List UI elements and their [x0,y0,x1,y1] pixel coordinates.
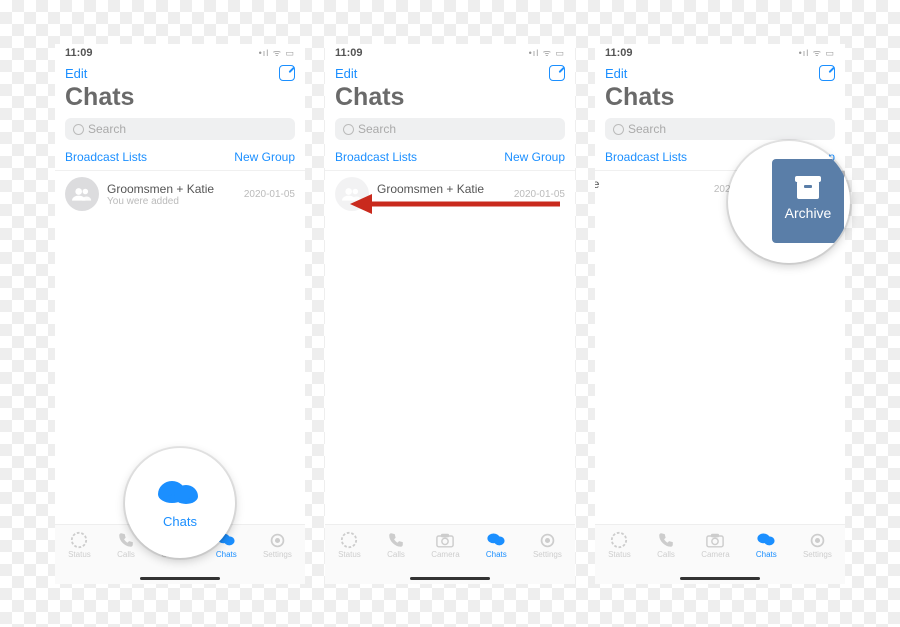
status-bar: 11:09 •ıl ᯤ ▭ [595,44,845,61]
top-bar: Edit [55,61,305,83]
status-time: 11:09 [605,47,633,59]
link-row: Broadcast Lists New Group [325,146,575,171]
broadcast-lists-link[interactable]: Broadcast Lists [605,150,687,164]
phone-icon [387,531,405,549]
tab-label: Settings [803,550,832,559]
gear-icon [268,531,286,549]
status-time: 11:09 [65,47,93,59]
chat-name: men + Katie [595,177,706,191]
zoom-label: Chats [163,514,197,529]
home-indicator [410,577,490,580]
search-placeholder: Search [358,122,396,136]
compose-icon[interactable] [279,65,295,81]
tab-camera[interactable]: Camera [431,531,459,559]
chat-row[interactable]: Groomsmen + Katie You were added 2020-01… [55,171,305,217]
edit-button[interactable]: Edit [335,66,357,81]
link-row: Broadcast Lists New Group [55,146,305,171]
tab-chats[interactable]: Chats [486,531,507,559]
chat-subtitle: added [595,191,706,202]
status-bar: 11:09 •ıl ᯤ ▭ [325,44,575,61]
phone-icon [117,531,135,549]
tab-label: Status [338,550,361,559]
tab-label: Camera [701,550,729,559]
archive-button[interactable]: Archive [772,159,844,243]
status-time: 11:09 [335,47,363,59]
page-title: Chats [595,83,845,116]
tab-label: Chats [216,550,237,559]
tab-status[interactable]: Status [608,531,631,559]
search-input[interactable]: Search [605,118,835,140]
compose-icon[interactable] [549,65,565,81]
screenshot-3: 11:09 •ıl ᯤ ▭ Edit Chats Search Broadcas… [595,44,845,584]
group-avatar-icon [65,177,99,211]
top-bar: Edit [595,61,845,83]
search-input[interactable]: Search [65,118,295,140]
status-icon [340,531,358,549]
camera-icon [706,531,724,549]
chat-meta: Groomsmen + Katie You were added [107,182,236,207]
archive-icon [797,181,819,199]
tab-status[interactable]: Status [68,531,91,559]
page-title: Chats [55,83,305,116]
tab-bar: Status Calls Camera Chats Settings [595,524,845,584]
tab-label: Settings [533,550,562,559]
compose-icon[interactable] [819,65,835,81]
home-indicator [140,577,220,580]
tab-settings[interactable]: Settings [803,531,832,559]
top-bar: Edit [325,61,575,83]
status-indicators: •ıl ᯤ ▭ [259,46,295,59]
gear-icon [808,531,826,549]
new-group-link[interactable]: New Group [234,150,295,164]
tab-label: Chats [756,550,777,559]
tab-label: Calls [387,550,405,559]
status-indicators: •ıl ᯤ ▭ [529,46,565,59]
archive-label: Archive [785,205,832,221]
tab-label: Settings [263,550,292,559]
tab-label: Status [608,550,631,559]
new-group-link[interactable]: New Group [504,150,565,164]
tab-label: Calls [117,550,135,559]
tab-settings[interactable]: Settings [533,531,562,559]
status-indicators: •ıl ᯤ ▭ [799,46,835,59]
stage: 11:09 •ıl ᯤ ▭ Edit Chats Search Broadcas… [0,0,900,627]
camera-icon [436,531,454,549]
screenshot-2: 11:09 •ıl ᯤ ▭ Edit Chats Search Broadcas… [325,44,575,584]
edit-button[interactable]: Edit [65,66,87,81]
tab-calls[interactable]: Calls [387,531,405,559]
tab-label: Calls [657,550,675,559]
tab-settings[interactable]: Settings [263,531,292,559]
chats-icon [757,531,775,549]
status-bar: 11:09 •ıl ᯤ ▭ [55,44,305,61]
tab-label: Status [68,550,91,559]
tab-camera[interactable]: Camera [701,531,729,559]
chat-date: 2020-01-05 [244,189,295,200]
zoom-chats-tab: Chats [125,448,235,558]
chats-icon [487,531,505,549]
swipe-left-arrow [350,192,560,216]
phone-icon [657,531,675,549]
tab-label: Camera [431,550,459,559]
edit-button[interactable]: Edit [605,66,627,81]
search-input[interactable]: Search [335,118,565,140]
search-placeholder: Search [88,122,126,136]
page-title: Chats [325,83,575,116]
gear-icon [538,531,556,549]
search-placeholder: Search [628,122,666,136]
chat-meta: men + Katie added [595,177,706,202]
tab-calls[interactable]: Calls [117,531,135,559]
tab-chats[interactable]: Chats [756,531,777,559]
chat-name: Groomsmen + Katie [107,182,236,196]
tab-label: Chats [486,550,507,559]
status-icon [70,531,88,549]
chat-subtitle: You were added [107,196,236,207]
tab-calls[interactable]: Calls [657,531,675,559]
chats-icon [158,477,202,511]
zoom-archive-action: Archive [728,141,850,263]
broadcast-lists-link[interactable]: Broadcast Lists [65,150,147,164]
status-icon [610,531,628,549]
tab-status[interactable]: Status [338,531,361,559]
tab-bar: Status Calls Camera Chats Settings [325,524,575,584]
broadcast-lists-link[interactable]: Broadcast Lists [335,150,417,164]
home-indicator [680,577,760,580]
